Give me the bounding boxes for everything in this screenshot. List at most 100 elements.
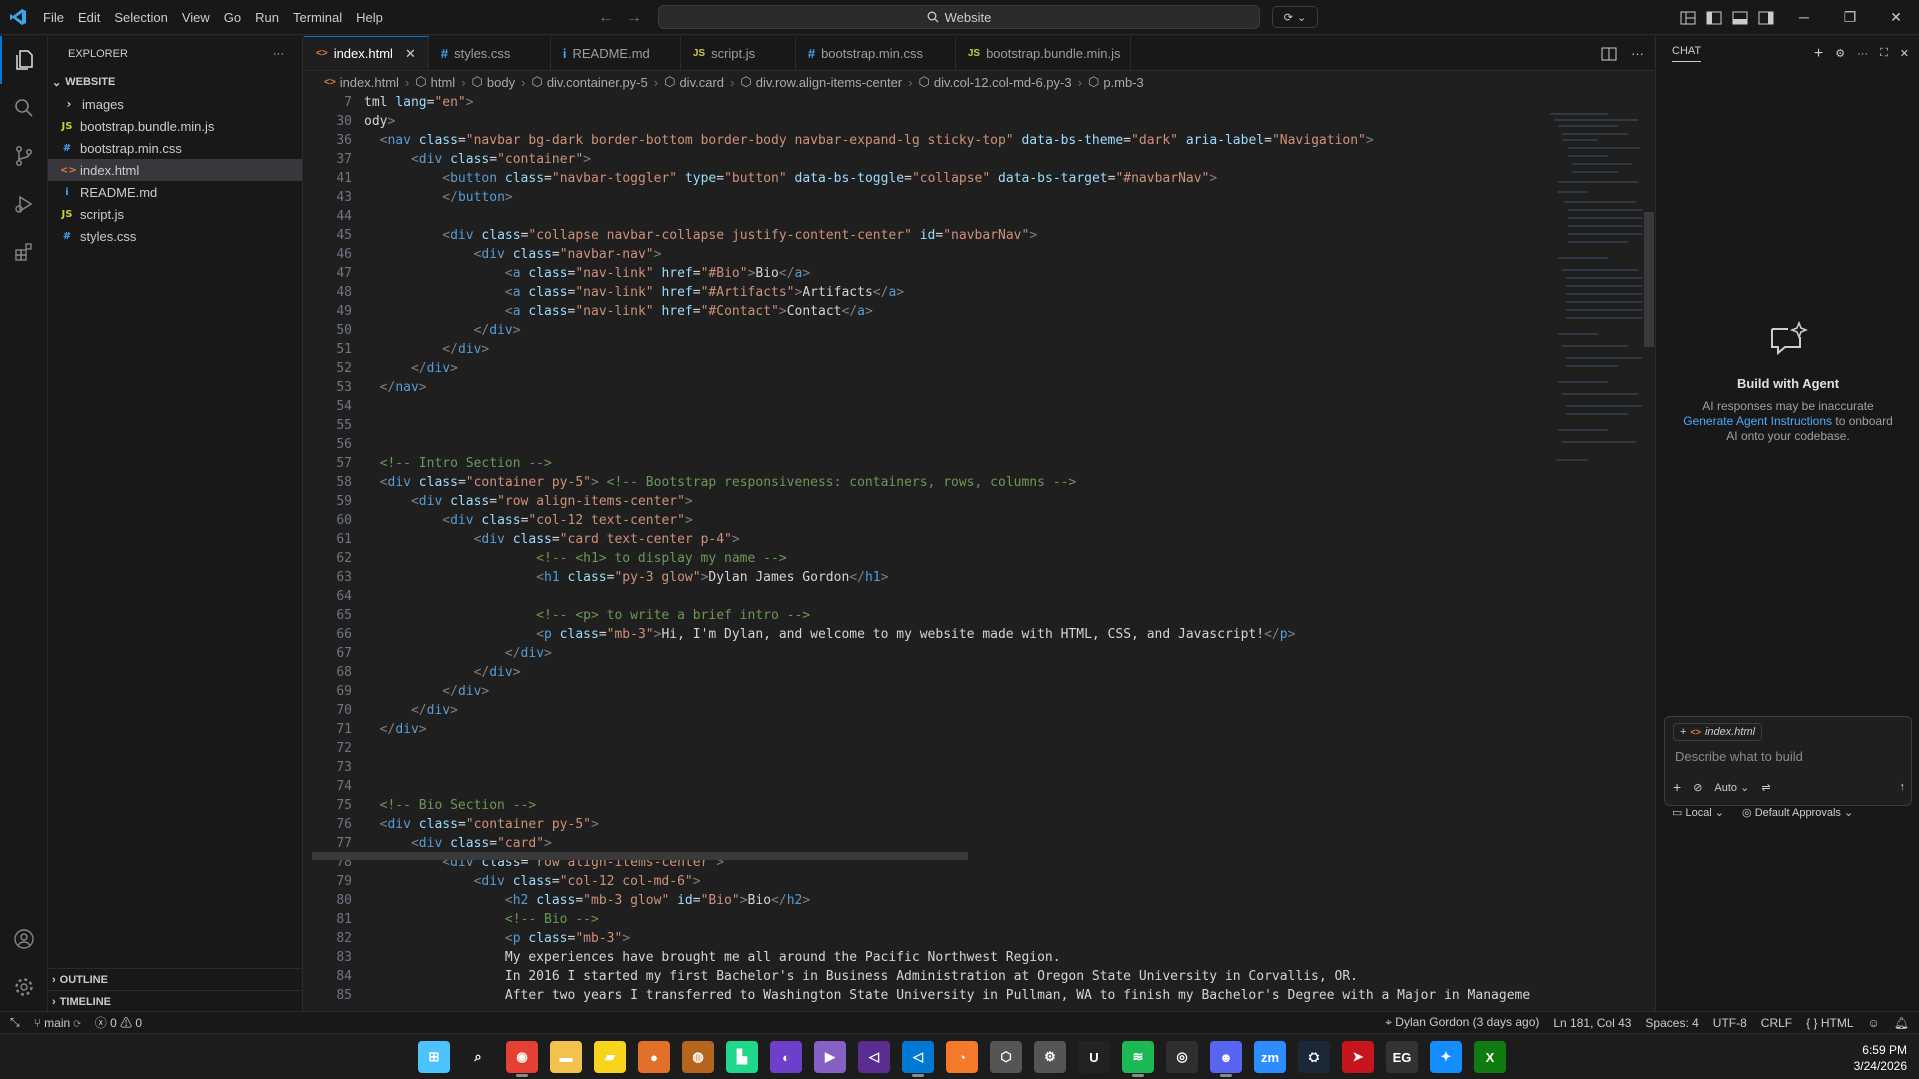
start-icon[interactable]: ⊞	[418, 1041, 450, 1073]
code-line[interactable]: 70 </div>	[304, 701, 1534, 720]
code-line[interactable]: 63 <h1 class="py-3 glow">Dylan James Gor…	[304, 568, 1534, 587]
code-line[interactable]: 56	[304, 435, 1534, 454]
add-context-icon[interactable]: +	[1680, 726, 1686, 738]
basketball-icon[interactable]: ●	[638, 1041, 670, 1073]
git-blame[interactable]: ⌖ Dylan Gordon (3 days ago)	[1385, 1015, 1539, 1030]
code-text[interactable]: In 2016 I started my first Bachelor's in…	[364, 967, 1358, 986]
code-text[interactable]: <h2 class="mb-3 glow" id="Bio">Bio</h2>	[364, 891, 810, 910]
code-text[interactable]: </nav>	[364, 378, 427, 397]
code-line[interactable]: 57 <!-- Intro Section -->	[304, 454, 1534, 473]
code-line[interactable]: 72	[304, 739, 1534, 758]
workspace-folder[interactable]: ⌄ WEBSITE	[48, 71, 302, 93]
code-text[interactable]: <p class="mb-3">Hi, I'm Dylan, and welco…	[364, 625, 1295, 644]
menu-file[interactable]: File	[36, 0, 71, 35]
code-line[interactable]: 44	[304, 207, 1534, 226]
code-text[interactable]: <nav class="navbar bg-dark border-bottom…	[364, 131, 1374, 150]
code-line[interactable]: 54	[304, 397, 1534, 416]
breadcrumb-item[interactable]: html	[431, 75, 456, 90]
code-text[interactable]: <div class="col-12 col-md-6">	[364, 872, 701, 891]
explorer-icon[interactable]	[0, 36, 48, 84]
menu-terminal[interactable]: Terminal	[286, 0, 349, 35]
code-line[interactable]: 71 </div>	[304, 720, 1534, 739]
more-actions-icon[interactable]: ···	[1857, 48, 1868, 60]
line-ending[interactable]: CRLF	[1761, 1016, 1792, 1030]
menu-help[interactable]: Help	[349, 0, 390, 35]
customize-layout-icon[interactable]	[1680, 11, 1696, 25]
code-line[interactable]: 68 </div>	[304, 663, 1534, 682]
language-mode[interactable]: { } HTML	[1806, 1016, 1853, 1030]
code-editor[interactable]: 7 tml lang="en"> 30 ody> 36 <nav class="navb…	[304, 93, 1534, 1003]
generate-instructions-link[interactable]: Generate Agent Instructions	[1683, 414, 1832, 428]
code-line[interactable]: 77 <div class="card">	[304, 834, 1534, 853]
manage-gear-icon[interactable]	[0, 963, 48, 1011]
code-text[interactable]: <div class="container py-5">	[364, 815, 599, 834]
steam-icon[interactable]: ⛭	[1298, 1041, 1330, 1073]
more-actions-icon[interactable]: ···	[1631, 46, 1644, 61]
close-icon[interactable]: ✕	[405, 46, 416, 62]
menu-run[interactable]: Run	[248, 0, 286, 35]
source-control-icon[interactable]	[0, 132, 48, 180]
tab-readme[interactable]: i README.md	[551, 36, 681, 70]
code-text[interactable]: <p class="mb-3">	[364, 929, 630, 948]
breadcrumb-item[interactable]: p.mb-3	[1103, 75, 1143, 90]
tree-item-index-html[interactable]: <> index.html	[48, 159, 302, 181]
code-line[interactable]: 43 </button>	[304, 188, 1534, 207]
code-line[interactable]: 61 <div class="card text-center p-4">	[304, 530, 1534, 549]
problems-status[interactable]: ⓧ 0 ⚠ 0	[95, 1014, 142, 1031]
spotify-icon[interactable]: ≋	[1122, 1041, 1154, 1077]
code-text[interactable]: <!-- Bio -->	[364, 910, 599, 929]
breadcrumb-item[interactable]: div.row.align-items-center	[756, 75, 902, 90]
tree-item-script-js[interactable]: JS script.js	[48, 203, 302, 225]
code-line[interactable]: 81 <!-- Bio -->	[304, 910, 1534, 929]
code-line[interactable]: 47 <a class="nav-link" href="#Bio">Bio</…	[304, 264, 1534, 283]
close-icon[interactable]: ✕	[1900, 47, 1909, 60]
back-arrow-icon[interactable]: ←	[598, 9, 614, 27]
menu-edit[interactable]: Edit	[71, 0, 107, 35]
blender-icon[interactable]: ◔	[946, 1041, 978, 1073]
code-line[interactable]: 48 <a class="nav-link" href="#Artifacts"…	[304, 283, 1534, 302]
split-editor-icon[interactable]	[1601, 47, 1617, 61]
code-text[interactable]: </div>	[364, 340, 489, 359]
command-center-search[interactable]: Website	[658, 5, 1260, 29]
mode-picker[interactable]: Auto ⌄	[1714, 781, 1749, 794]
code-line[interactable]: 66 <p class="mb-3">Hi, I'm Dylan, and we…	[304, 625, 1534, 644]
breadcrumb-item[interactable]: body	[487, 75, 515, 90]
chat-prompt-input[interactable]: Describe what to build	[1675, 749, 1803, 764]
breadcrumb-item[interactable]: div.card	[679, 75, 724, 90]
game-icon[interactable]: ◍	[682, 1041, 714, 1073]
code-line[interactable]: 73	[304, 758, 1534, 777]
tab-script-js[interactable]: JS script.js	[681, 36, 796, 70]
code-line[interactable]: 52 </div>	[304, 359, 1534, 378]
context-file-chip[interactable]: + <> index.html	[1673, 723, 1763, 741]
code-line[interactable]: 50 </div>	[304, 321, 1534, 340]
toggle-panel-icon[interactable]	[1732, 11, 1748, 25]
toggle-primary-sidebar-icon[interactable]	[1706, 11, 1722, 25]
code-text[interactable]: <div class="container py-5"> <!-- Bootst…	[364, 473, 1077, 492]
breadcrumb-item[interactable]: index.html	[340, 75, 399, 90]
more-actions-icon[interactable]: ···	[273, 48, 284, 60]
arrow-icon[interactable]: ➤	[1342, 1041, 1374, 1073]
code-line[interactable]: 67 </div>	[304, 644, 1534, 663]
code-text[interactable]: </div>	[364, 720, 427, 739]
accounts-icon[interactable]	[0, 915, 48, 963]
approvals-picker[interactable]: ◎ Default Approvals ⌄	[1742, 806, 1853, 819]
unity-icon[interactable]: ⬡	[990, 1041, 1022, 1073]
sticky-notes-icon[interactable]: ▰	[594, 1041, 626, 1073]
code-line[interactable]: 55	[304, 416, 1534, 435]
code-line[interactable]: 62 <!-- <h1> to display my name -->	[304, 549, 1534, 568]
tools-config-icon[interactable]: ⇌	[1761, 781, 1770, 794]
code-text[interactable]: ody>	[364, 112, 395, 131]
battlenet-icon[interactable]: ✦	[1430, 1041, 1462, 1073]
code-text[interactable]: </button>	[364, 188, 512, 207]
add-icon[interactable]: +	[1673, 779, 1681, 795]
menu-go[interactable]: Go	[217, 0, 248, 35]
settings-icon[interactable]: ⚙	[1034, 1041, 1066, 1073]
code-line[interactable]: 49 <a class="nav-link" href="#Contact">C…	[304, 302, 1534, 321]
menu-view[interactable]: View	[175, 0, 217, 35]
code-line[interactable]: 80 <h2 class="mb-3 glow" id="Bio">Bio</h…	[304, 891, 1534, 910]
new-chat-icon[interactable]: +	[1814, 45, 1823, 63]
code-text[interactable]: <h1 class="py-3 glow">Dylan James Gordon…	[364, 568, 888, 587]
code-text[interactable]: <div class="container">	[364, 150, 591, 169]
location-picker[interactable]: ▭ Local ⌄	[1672, 806, 1724, 819]
forward-arrow-icon[interactable]: →	[626, 9, 642, 27]
